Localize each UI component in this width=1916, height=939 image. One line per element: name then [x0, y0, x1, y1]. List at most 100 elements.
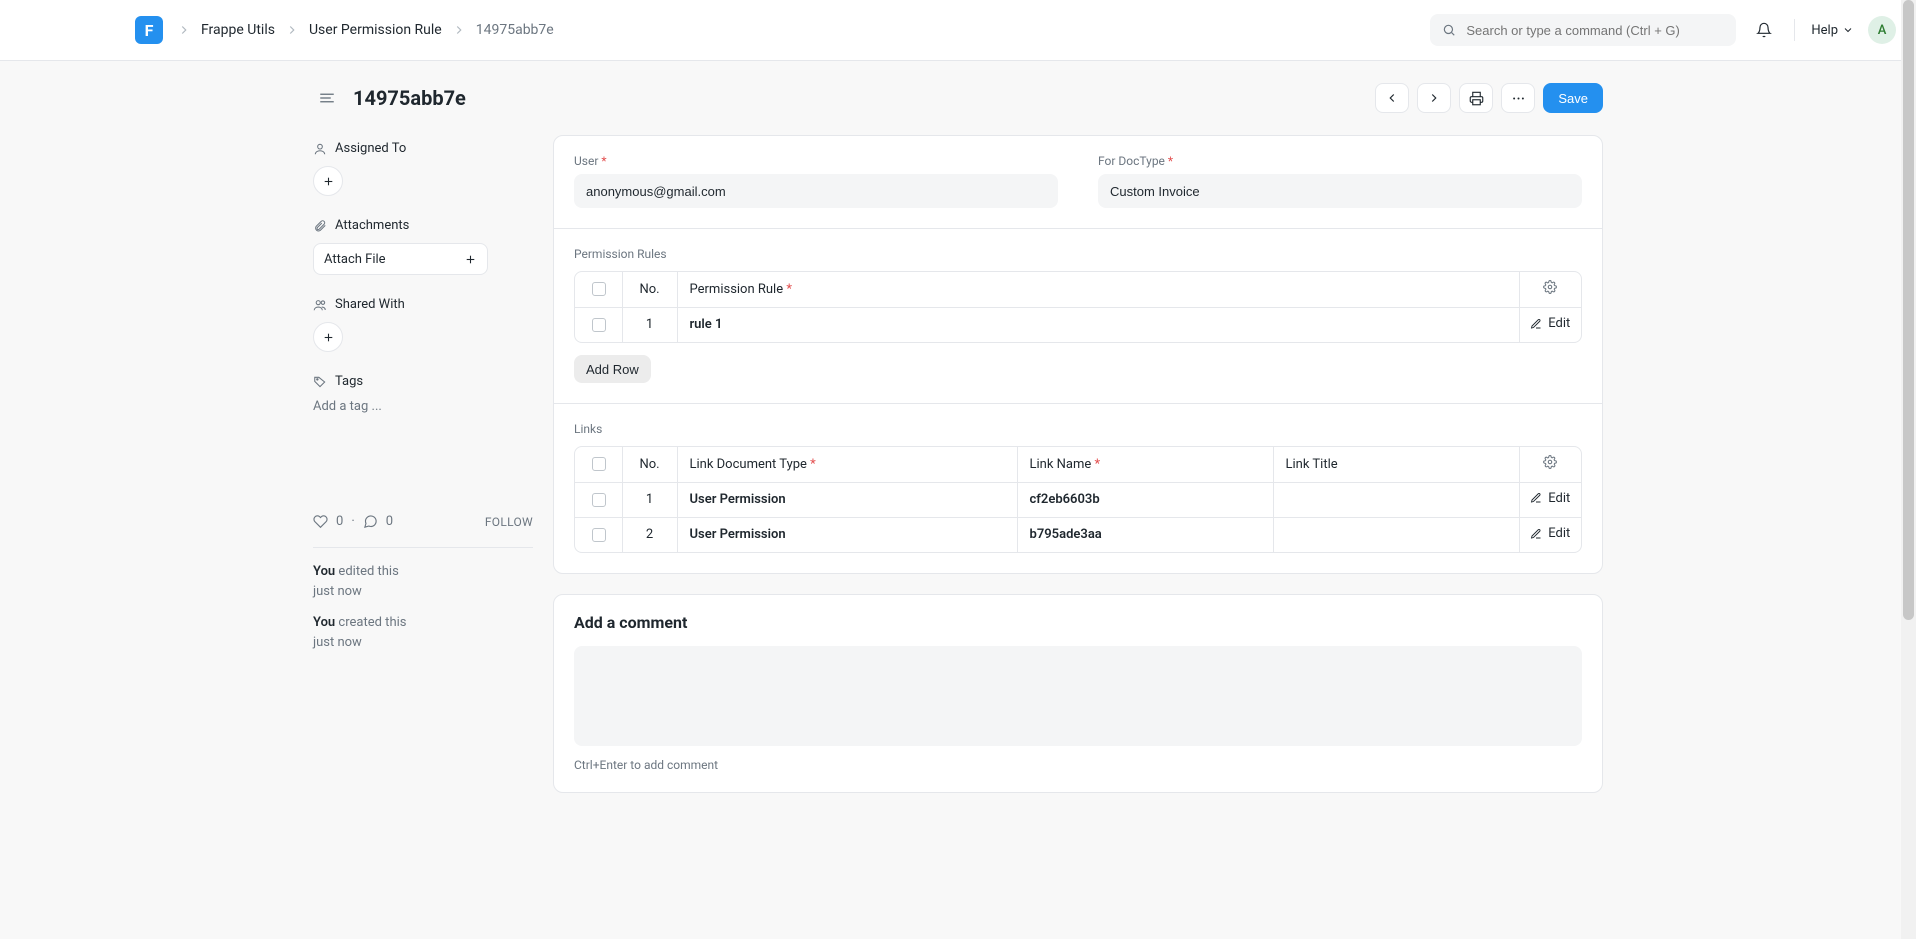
comments-count: 0 [386, 514, 393, 529]
attach-file-label: Attach File [324, 252, 386, 267]
pencil-icon [1530, 528, 1542, 540]
select-all-checkbox[interactable] [592, 282, 606, 296]
table-settings-button[interactable] [1543, 280, 1557, 294]
row-lname: b795ade3aa [1030, 527, 1102, 542]
table-settings-button[interactable] [1543, 455, 1557, 469]
row-rule: rule 1 [690, 317, 723, 332]
required-asterisk: * [810, 457, 816, 472]
add-row-button[interactable]: Add Row [574, 355, 651, 383]
chevron-right-icon [452, 23, 466, 37]
paperclip-icon [313, 219, 327, 233]
plus-icon [322, 175, 335, 188]
comment-hint: Ctrl+Enter to add comment [574, 758, 1582, 772]
row-ldt: User Permission [690, 492, 786, 507]
plus-icon [322, 331, 335, 344]
row-checkbox[interactable] [592, 318, 606, 332]
page-title: 14975abb7e [353, 86, 466, 110]
attach-file-button[interactable]: Attach File [313, 243, 488, 275]
doctype-field[interactable] [1098, 174, 1582, 208]
tag-icon [313, 375, 327, 389]
row-no: 1 [622, 482, 677, 517]
table-row[interactable]: 1 User Permission cf2eb6603b Edit [575, 482, 1581, 517]
menu-icon [318, 89, 336, 107]
follow-button[interactable]: FOLLOW [485, 515, 533, 529]
app-logo[interactable]: F [135, 16, 163, 44]
row-no: 2 [622, 517, 677, 552]
select-all-checkbox[interactable] [592, 457, 606, 471]
avatar[interactable]: A [1868, 16, 1896, 44]
row-lname: cf2eb6603b [1030, 492, 1100, 507]
breadcrumb-current: 14975abb7e [476, 22, 554, 38]
activity-item: You created this just now [313, 613, 533, 652]
dots-icon [1511, 91, 1526, 106]
chevron-down-icon [1842, 24, 1854, 36]
table-row[interactable]: 2 User Permission b795ade3aa Edit [575, 517, 1581, 552]
bell-icon [1756, 22, 1772, 38]
row-no: 1 [622, 307, 677, 342]
edit-label: Edit [1548, 491, 1570, 506]
assigned-to-label: Assigned To [335, 141, 406, 156]
user-field[interactable] [574, 174, 1058, 208]
col-ltitle-header: Link Title [1273, 447, 1519, 482]
required-asterisk: * [1095, 457, 1101, 472]
doc-stats: 0 · 0 FOLLOW [313, 496, 533, 548]
permission-rules-section-label: Permission Rules [574, 247, 1582, 261]
activity-who: You [313, 564, 335, 579]
row-checkbox[interactable] [592, 528, 606, 542]
col-no-header: No. [622, 272, 677, 307]
required-asterisk: * [601, 154, 606, 168]
tags-section-title: Tags [313, 374, 533, 389]
scrollbar[interactable] [1901, 0, 1916, 939]
scrollbar-thumb[interactable] [1903, 0, 1914, 620]
comment-section-title: Add a comment [574, 613, 1582, 632]
print-button[interactable] [1459, 83, 1493, 113]
sidebar-toggle-button[interactable] [313, 84, 341, 112]
menu-button[interactable] [1501, 83, 1535, 113]
links-table: No. Link Document Type * Link Name * Lin… [574, 446, 1582, 553]
users-icon [313, 298, 327, 312]
notifications-button[interactable] [1750, 16, 1778, 44]
help-dropdown[interactable]: Help [1811, 23, 1854, 38]
table-row[interactable]: 1 rule 1 Edit [575, 307, 1581, 342]
add-share-button[interactable] [313, 322, 343, 352]
prev-button[interactable] [1375, 83, 1409, 113]
next-button[interactable] [1417, 83, 1451, 113]
printer-icon [1469, 91, 1484, 106]
col-lname-header: Link Name * [1017, 447, 1273, 482]
shared-with-label: Shared With [335, 297, 405, 312]
col-ldt-header: Link Document Type * [677, 447, 1017, 482]
app-logo-letter: F [145, 21, 154, 40]
edit-row-button[interactable]: Edit [1530, 316, 1570, 331]
add-assignee-button[interactable] [313, 166, 343, 196]
avatar-letter: A [1878, 23, 1887, 38]
activity-time: just now [313, 635, 362, 650]
save-button[interactable]: Save [1543, 83, 1603, 113]
activity-log: You edited this just now You created thi… [313, 548, 533, 652]
table-header-row: No. Permission Rule * [575, 272, 1581, 307]
tags-label: Tags [335, 374, 363, 389]
search-input[interactable] [1464, 22, 1724, 39]
comment-textarea[interactable] [574, 646, 1582, 746]
breadcrumb: Frappe Utils User Permission Rule 14975a… [177, 22, 554, 38]
breadcrumb-link[interactable]: Frappe Utils [201, 22, 275, 38]
search-icon [1442, 23, 1456, 37]
chevron-right-icon [1427, 91, 1441, 105]
user-icon [313, 142, 327, 156]
breadcrumb-link[interactable]: User Permission Rule [309, 22, 442, 38]
help-label: Help [1811, 23, 1838, 38]
doctype-field-label: For DocType * [1098, 154, 1582, 168]
edit-row-button[interactable]: Edit [1530, 526, 1570, 541]
gear-icon [1543, 455, 1557, 469]
activity-text: created this [335, 615, 406, 630]
attachments-label: Attachments [335, 218, 409, 233]
add-tag-input[interactable]: Add a tag ... [313, 399, 533, 414]
comment-icon[interactable] [363, 514, 378, 529]
search-box[interactable] [1430, 14, 1736, 46]
assigned-to-section-title: Assigned To [313, 141, 533, 156]
edit-row-button[interactable]: Edit [1530, 491, 1570, 506]
links-section-label: Links [574, 422, 1582, 436]
heart-icon[interactable] [313, 514, 328, 529]
col-no-header: No. [622, 447, 677, 482]
col-rule-header: Permission Rule * [677, 272, 1519, 307]
row-checkbox[interactable] [592, 493, 606, 507]
